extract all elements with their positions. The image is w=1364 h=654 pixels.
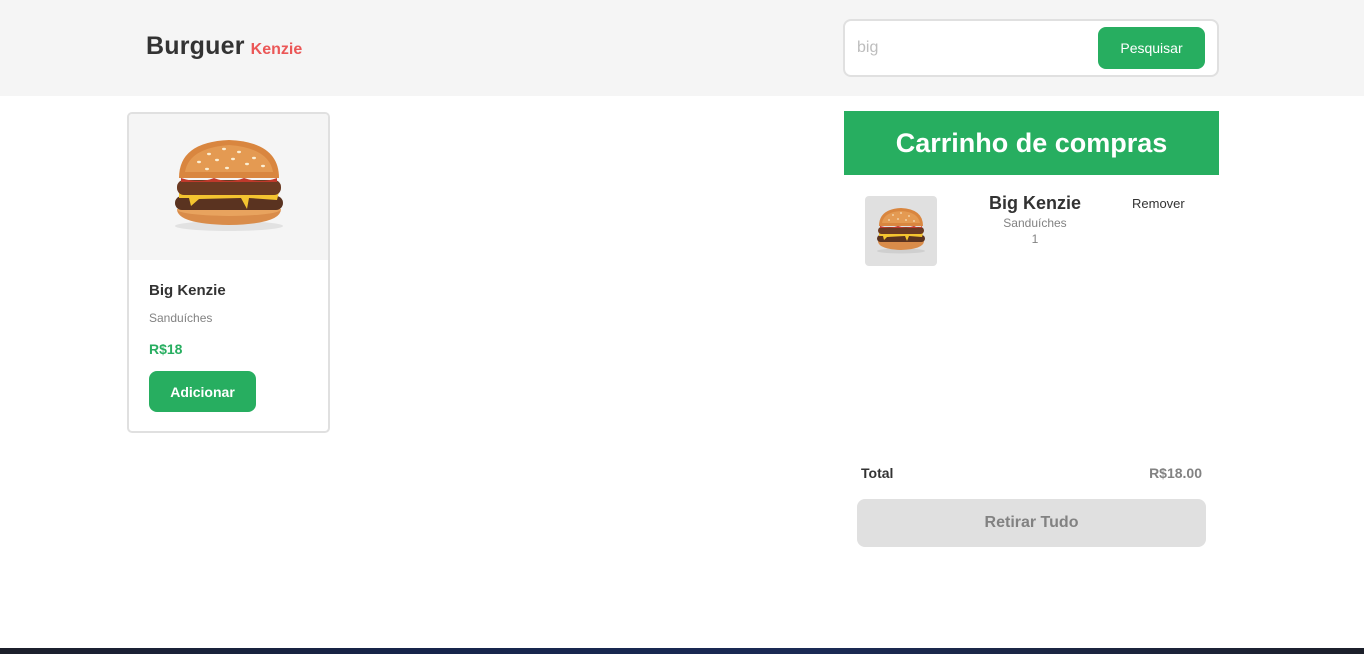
burger-image-icon (877, 208, 925, 254)
cart-item-category: Sanduíches (1003, 216, 1067, 230)
logo-main-text: Burguer (146, 32, 245, 60)
product-card: Big Kenzie Sanduíches R$18 Adicionar (127, 112, 330, 433)
add-to-cart-button[interactable]: Adicionar (149, 371, 256, 412)
cart-item-quantity: 1 (1031, 232, 1039, 246)
logo-sub-text: Kenzie (250, 41, 303, 58)
cart-header: Carrinho de compras (844, 111, 1219, 175)
cart-title: Carrinho de compras (895, 127, 1168, 158)
cart-item-name: Big Kenzie (988, 193, 1081, 213)
page-header: Burguer Kenzie Pesquisar (0, 0, 1364, 96)
product-price: R$18 (149, 341, 183, 357)
product-category: Sanduíches (149, 311, 213, 325)
total-label: Total (861, 465, 894, 481)
cart-item-image (865, 196, 937, 266)
total-value: R$18.00 (1149, 465, 1202, 481)
remove-all-button[interactable]: Retirar Tudo (857, 499, 1206, 547)
search-button[interactable]: Pesquisar (1098, 27, 1205, 69)
cart-total: Total R$18.00 (861, 465, 1202, 481)
search-input[interactable] (857, 30, 1087, 66)
product-name: Big Kenzie (149, 282, 226, 299)
remove-item-button[interactable]: Remover (1132, 196, 1185, 211)
cart-body: Big Kenzie Sanduíches 1 Remover (844, 175, 1219, 445)
product-image (129, 114, 328, 260)
search-box: Pesquisar (843, 19, 1219, 77)
logo: Burguer Kenzie (146, 32, 302, 61)
burger-image-icon (175, 140, 283, 231)
taskbar-edge (0, 648, 1364, 654)
